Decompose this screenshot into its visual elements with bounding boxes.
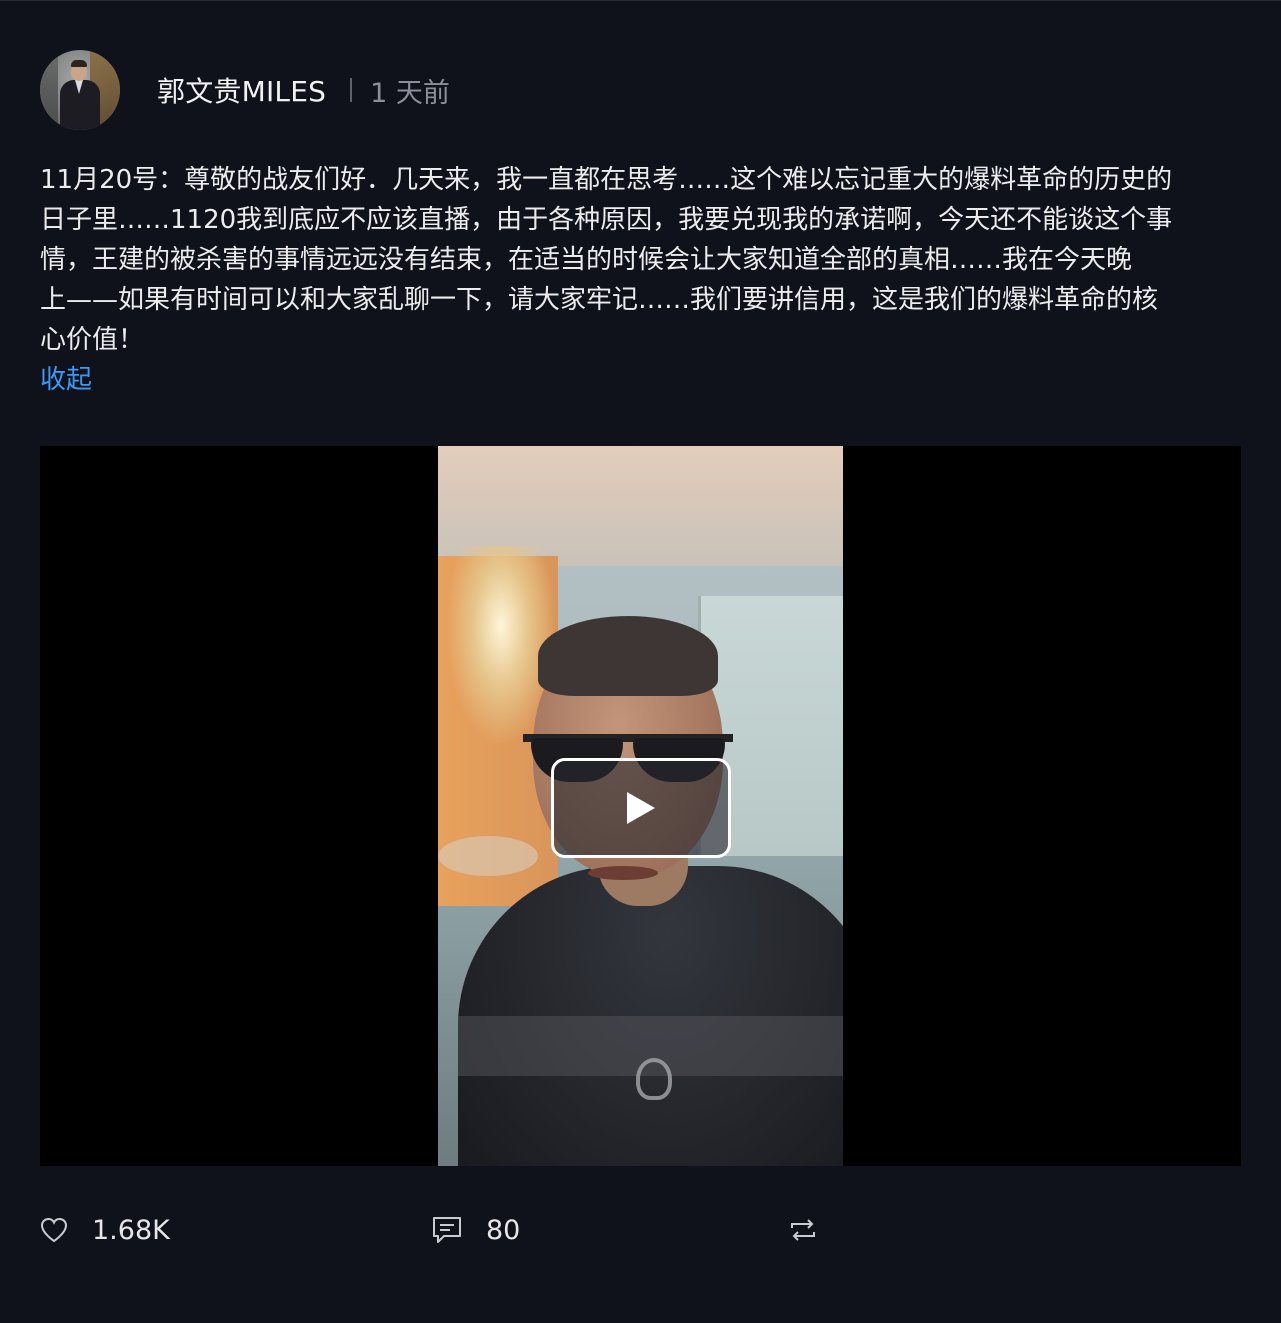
avatar[interactable] (40, 50, 120, 130)
post-actions: 1.68K 80 (40, 1200, 1241, 1260)
like-button[interactable]: 1.68K (40, 1200, 170, 1260)
play-button[interactable] (551, 758, 731, 858)
post-header: 郭文贵MILES 1 天前 (40, 49, 450, 131)
collapse-link[interactable]: 收起 (40, 360, 92, 400)
post-content: 11月20号：尊敬的战友们好．几天来，我一直都在思考……这个难以忘记重大的爆料革… (40, 165, 1173, 355)
comment-count: 80 (486, 1214, 521, 1246)
play-icon (627, 792, 655, 824)
video-player[interactable] (40, 446, 1241, 1166)
top-border (0, 0, 1281, 1)
repost-icon (791, 1219, 815, 1241)
repost-button[interactable] (788, 1200, 818, 1260)
like-count: 1.68K (92, 1214, 170, 1246)
post-timestamp: 1 天前 (370, 77, 450, 109)
comment-button[interactable]: 80 (432, 1200, 520, 1260)
author-name[interactable]: 郭文贵MILES (157, 70, 326, 110)
header-divider (350, 78, 353, 102)
heart-icon (40, 1217, 68, 1243)
comment-icon (433, 1217, 461, 1243)
